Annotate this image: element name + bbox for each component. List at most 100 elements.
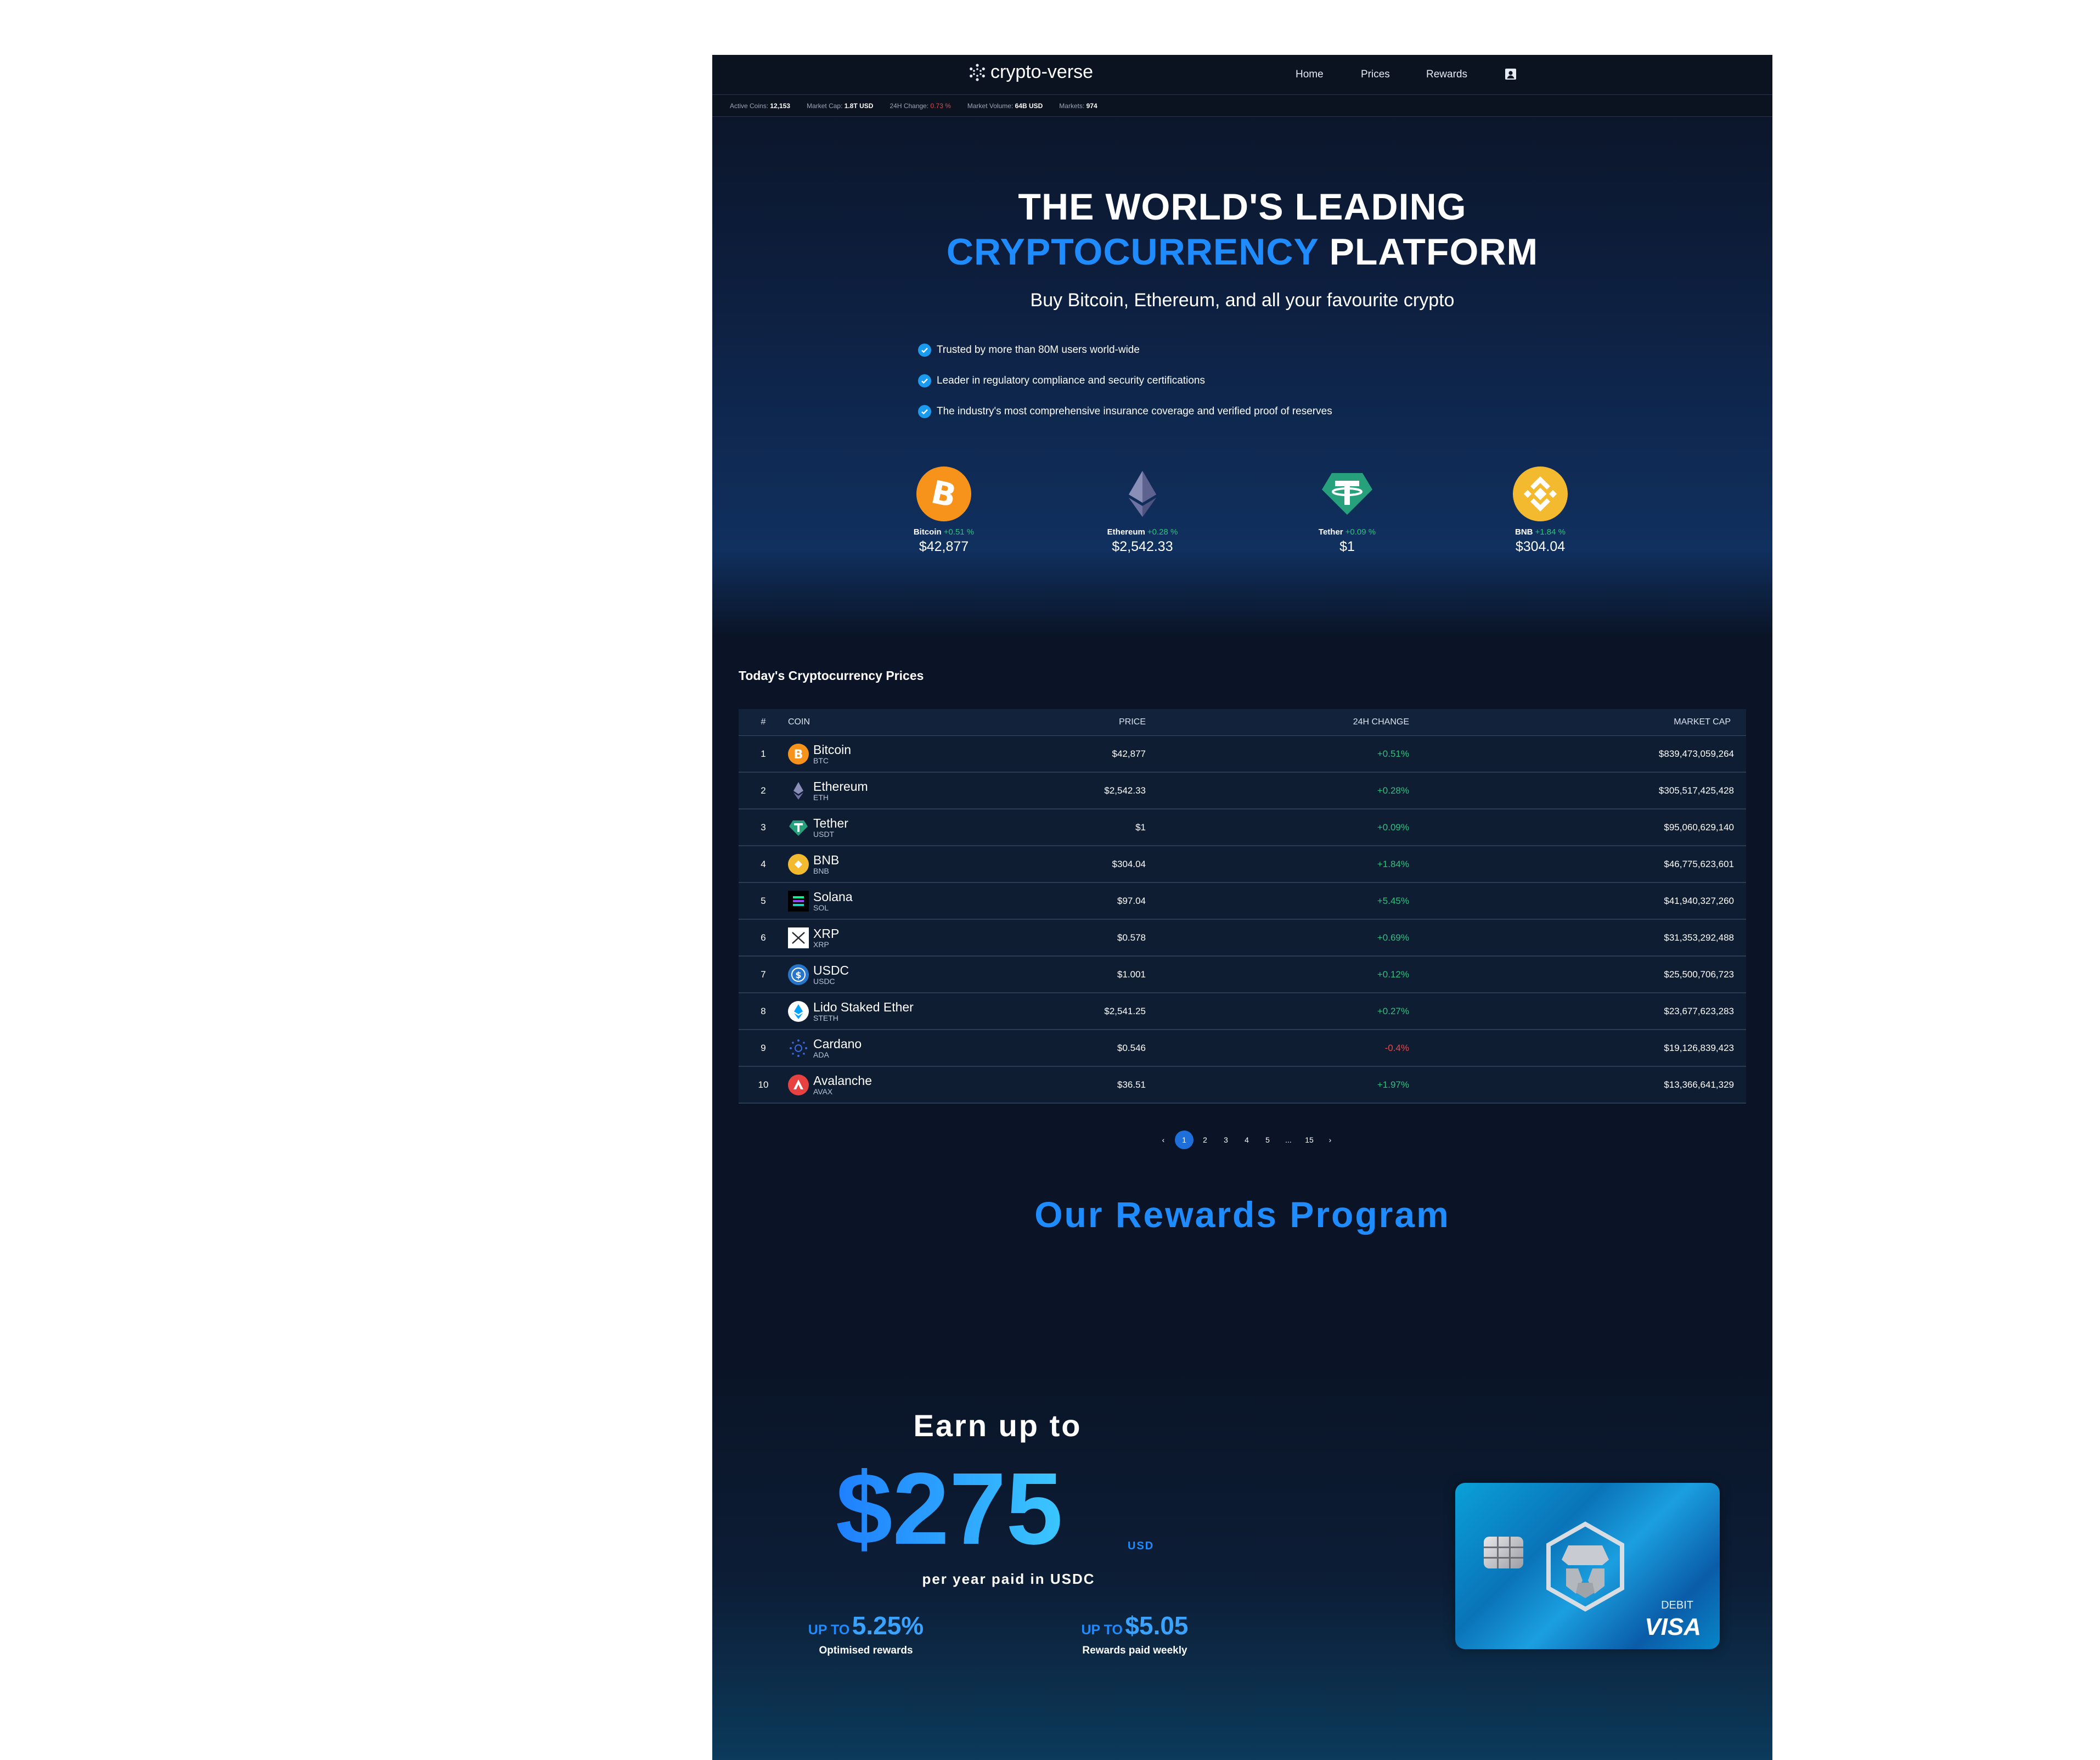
row-price: $1 [1135,822,1146,833]
row-rank: 2 [761,785,766,796]
row-coin-name[interactable]: USDC [813,964,849,977]
card-chip [1484,1537,1523,1568]
row-coin-name[interactable]: BNB [813,853,839,867]
coin-change: +0.51 % [943,527,975,537]
table-row[interactable]: 7 $ USDC USDC $1.001 +0.12% $25,500,706,… [739,957,1746,993]
stat-value: 5.25% [852,1611,924,1640]
row-price: $2,541.25 [1104,1005,1146,1016]
nav-home[interactable]: Home [1296,69,1324,81]
feature-text: Leader in regulatory compliance and secu… [937,375,1205,386]
featured-coin-bitcoin[interactable]: B Bitcoin +0.51 % $42,877 [878,466,1010,555]
check-icon [918,344,931,357]
table-row[interactable]: 2 Ethereum ETH $2,542.33 +0.28% $305,517… [739,773,1746,809]
row-price: $36.51 [1117,1079,1146,1090]
page-button-3[interactable]: 3 [1217,1131,1235,1149]
svg-text:$: $ [795,970,801,980]
row-coin: Cardano ADA [788,1037,958,1059]
row-rank: 1 [761,748,766,759]
hero-title-line2: CRYPTOCURRENCY PLATFORM [712,230,1772,273]
nav-prices[interactable]: Prices [1361,69,1390,81]
page-button-2[interactable]: 2 [1196,1131,1214,1149]
row-coin-symbol: STETH [813,1013,838,1022]
row-change: +0.69% [1377,932,1409,943]
stat-markets: Markets: 974 [1059,102,1097,110]
table-row[interactable]: 9 Cardano ADA $0.546 -0.4% $19,126,839,4… [739,1030,1746,1067]
row-rank: 4 [761,858,766,869]
tether-icon [1322,473,1372,515]
row-price: $0.578 [1117,932,1146,943]
row-coin: Solana SOL [788,890,958,912]
row-market-cap: $31,353,292,488 [1664,932,1734,943]
row-coin: Avalanche AVAX [788,1074,958,1096]
card-type: DEBIT [1661,1599,1693,1611]
row-coin-name[interactable]: Lido Staked Ether [813,1000,914,1014]
row-coin-symbol: USDT [813,829,835,839]
pagination: ‹ 1 2 3 4 5... 15 › [712,1131,1772,1150]
bitcoin-icon: B [916,466,971,521]
row-change: +5.45% [1377,895,1409,906]
featured-coin-bnb[interactable]: BNB +1.84 % $304.04 [1474,466,1606,555]
table-row[interactable]: 8 Lido Staked Ether STETH $2,541.25 +0.2… [739,993,1746,1030]
row-change: +0.51% [1377,748,1409,759]
col-coin[interactable]: COIN [788,717,958,727]
row-market-cap: $839,473,059,264 [1658,748,1734,759]
reward-frequency: per year paid in USDC [922,1571,1095,1587]
ethereum-icon [793,781,803,800]
coin-name: Tether [1318,527,1343,537]
row-coin-symbol: ETH [813,792,829,802]
row-coin-name[interactable]: Avalanche [813,1074,872,1087]
col-price[interactable]: PRICE [958,717,1146,727]
featured-coin-ethereum[interactable]: Ethereum +0.28 % $2,542.33 [1077,466,1208,555]
coin-change: +1.84 % [1535,527,1566,537]
table-row[interactable]: 6 XRP XRP $0.578 +0.69% $31,353,292,488 [739,920,1746,957]
row-coin-symbol: SOL [813,903,829,912]
stat-24h-change: 24H Change: 0.73 % [889,102,951,110]
page: crypto-verse Home Prices Rewards Active … [712,55,1772,1760]
row-coin-name[interactable]: Tether [813,817,848,830]
page-button-5[interactable]: 5 [1258,1131,1277,1149]
row-market-cap: $25,500,706,723 [1664,969,1734,980]
col-rank[interactable]: # [739,717,788,727]
row-market-cap: $23,677,623,283 [1664,1005,1734,1016]
card-logo-icon [1546,1521,1624,1612]
featured-coin-tether[interactable]: Tether +0.09 % $1 [1281,466,1413,555]
table-row[interactable]: 10 Avalanche AVAX $36.51 +1.97% $13,366,… [739,1067,1746,1104]
nav-rewards[interactable]: Rewards [1426,69,1467,81]
row-coin: $ USDC USDC [788,964,958,986]
row-market-cap: $305,517,425,428 [1658,785,1734,796]
row-rank: 5 [761,895,766,906]
row-coin-name[interactable]: Ethereum [813,780,868,793]
page-button-1[interactable]: 1 [1175,1131,1193,1149]
page-button-4[interactable]: 4 [1237,1131,1256,1149]
prev-page-button[interactable]: ‹ [1154,1131,1173,1149]
table-row[interactable]: 1 B Bitcoin BTC $42,877 +0.51% $839,473,… [739,736,1746,773]
row-coin-name[interactable]: Cardano [813,1037,862,1050]
stat-active-coins: Active Coins: 12,153 [730,102,791,110]
row-coin-name[interactable]: XRP [813,927,839,940]
row-rank: 6 [761,932,766,943]
page-button-15[interactable]: 15 [1300,1131,1319,1149]
feature-item: The industry's most comprehensive insura… [918,396,1332,427]
feature-list: Trusted by more than 80M users world-wid… [918,335,1332,427]
table-row[interactable]: 3 Tether USDT $1 +0.09% $95,060,629,140 [739,809,1746,846]
debit-card-image: DEBIT VISA [1455,1483,1720,1649]
bnb-icon [788,853,809,875]
row-coin: Ethereum ETH [788,780,958,802]
table-row[interactable]: 4 BNB BNB $304.04 +1.84% $46,775,623,601 [739,846,1746,883]
stat-weekly-rewards: UP TO $5.05 Rewards paid weekly [1069,1611,1201,1657]
row-coin-name[interactable]: Solana [813,890,853,903]
col-change[interactable]: 24H CHANGE [1146,717,1409,727]
table-row[interactable]: 5 Solana SOL $97.04 +5.45% $41,940,327,2… [739,883,1746,920]
stat-optimised-rewards: UP TO 5.25% Optimised rewards [800,1611,932,1657]
table-header: # COIN PRICE 24H CHANGE MARKET CAP [739,709,1746,736]
stat-market-cap: Market Cap: 1.8T USD [807,102,874,110]
xrp-icon [788,927,809,948]
row-rank: 10 [758,1079,769,1090]
feature-text: Trusted by more than 80M users world-wid… [937,344,1140,356]
col-market-cap[interactable]: MARKET CAP [1409,717,1738,727]
row-coin-name[interactable]: Bitcoin [813,743,851,756]
next-page-button[interactable]: › [1321,1131,1339,1149]
account-icon[interactable] [1505,68,1517,83]
row-change: +0.28% [1377,785,1409,796]
row-market-cap: $19,126,839,423 [1664,1042,1734,1053]
